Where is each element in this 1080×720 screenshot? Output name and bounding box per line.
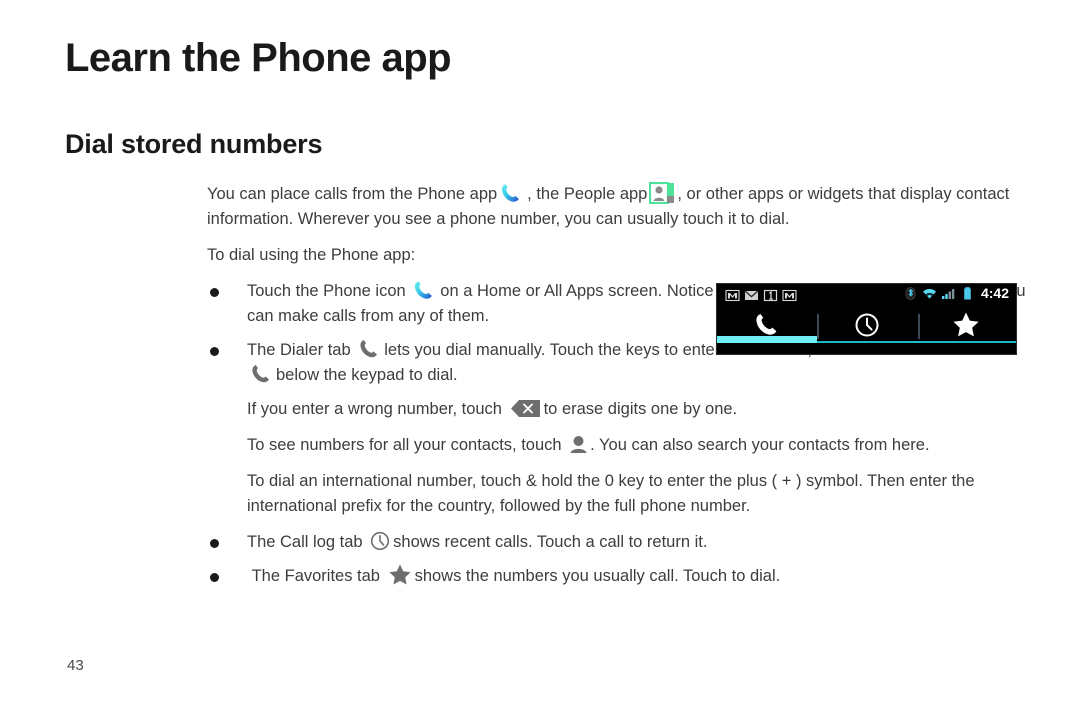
section-heading: Dial stored numbers bbox=[65, 129, 323, 159]
backspace-paragraph: If you enter a wrong number, touch to er… bbox=[207, 397, 1037, 422]
phone-handset-icon bbox=[358, 338, 381, 360]
contacts-text: To see numbers for all your contacts, to… bbox=[247, 433, 1037, 458]
status-time: 4:42 bbox=[980, 285, 1009, 301]
gmail-icon bbox=[782, 288, 797, 303]
status-notification-icons bbox=[725, 288, 797, 303]
phone-app-icon bbox=[499, 182, 525, 204]
document-page: Learn the Phone app Dial stored numbers … bbox=[0, 0, 1080, 720]
gmail-icon bbox=[725, 288, 740, 303]
tab-separator bbox=[918, 314, 920, 339]
battery-icon bbox=[960, 286, 975, 301]
bullet-favorites-tab: The Favorites tab shows the numbers you … bbox=[207, 564, 1037, 589]
sms-count-icon bbox=[763, 288, 778, 303]
contact-person-icon bbox=[569, 435, 588, 454]
bullet1-text-a: Touch the Phone icon bbox=[247, 282, 406, 300]
international-text: To dial an international number, touch &… bbox=[247, 472, 975, 515]
backspace-text: If you enter a wrong number, touch to er… bbox=[247, 397, 1037, 422]
wifi-icon bbox=[922, 286, 937, 301]
bullet2-text-c: below the keypad to dial. bbox=[276, 366, 458, 384]
bluetooth-icon bbox=[903, 286, 918, 301]
bullet-text: The Call log tab shows recent calls. Tou… bbox=[247, 530, 1037, 555]
intro-paragraph: You can place calls from the Phone app ,… bbox=[207, 181, 1037, 232]
intro-text-a: You can place calls from the Phone app bbox=[207, 185, 498, 203]
backspace-icon bbox=[510, 399, 541, 418]
backspace-text-a: If you enter a wrong number, touch bbox=[247, 400, 502, 418]
contacts-paragraph: To see numbers for all your contacts, to… bbox=[207, 433, 1037, 458]
page-title: Learn the Phone app bbox=[65, 36, 452, 80]
tab-separator bbox=[817, 314, 819, 339]
bullet3-text-a: The Call log tab bbox=[247, 533, 363, 551]
star-icon bbox=[952, 311, 980, 343]
phone-app-icon bbox=[412, 279, 438, 301]
bullet-dot bbox=[210, 347, 219, 356]
clock-icon bbox=[854, 312, 880, 343]
bullet-call-log-tab: The Call log tab shows recent calls. Tou… bbox=[207, 530, 1037, 555]
signal-icon bbox=[941, 286, 956, 301]
contacts-text-b: . You can also search your contacts from… bbox=[590, 436, 930, 454]
bullet-dot bbox=[210, 288, 219, 297]
bullet-dot bbox=[210, 539, 219, 548]
tab-active-indicator bbox=[717, 336, 817, 343]
people-app-icon bbox=[649, 181, 675, 204]
bullet4-text-a: The Favorites tab bbox=[251, 567, 380, 585]
phone-status-bar: 4:42 bbox=[717, 284, 1016, 308]
intro-text-b: , the People app bbox=[527, 185, 648, 203]
bullet-dot bbox=[210, 573, 219, 582]
phone-handset-icon bbox=[250, 363, 273, 385]
star-icon bbox=[388, 563, 412, 586]
bullet4-text-b: shows the numbers you usually call. Touc… bbox=[414, 567, 781, 585]
international-paragraph: To dial an international number, touch &… bbox=[207, 469, 1037, 519]
contacts-text-a: To see numbers for all your contacts, to… bbox=[247, 436, 562, 454]
clock-icon bbox=[370, 531, 390, 551]
body-content: You can place calls from the Phone app ,… bbox=[207, 181, 1037, 598]
page-number: 43 bbox=[67, 657, 84, 674]
status-system-icons: 4:42 bbox=[903, 286, 1009, 301]
envelope-icon bbox=[744, 288, 759, 303]
phone-screenshot: 4:42 bbox=[716, 283, 1017, 355]
phone-tab-bar bbox=[717, 308, 1016, 346]
bullet2-text-a: The Dialer tab bbox=[247, 341, 351, 359]
bullet3-text-b: shows recent calls. Touch a call to retu… bbox=[393, 533, 708, 551]
bullet-text: The Favorites tab shows the numbers you … bbox=[247, 564, 1037, 589]
to-dial-paragraph: To dial using the Phone app: bbox=[207, 246, 416, 264]
backspace-text-b: to erase digits one by one. bbox=[543, 400, 738, 418]
